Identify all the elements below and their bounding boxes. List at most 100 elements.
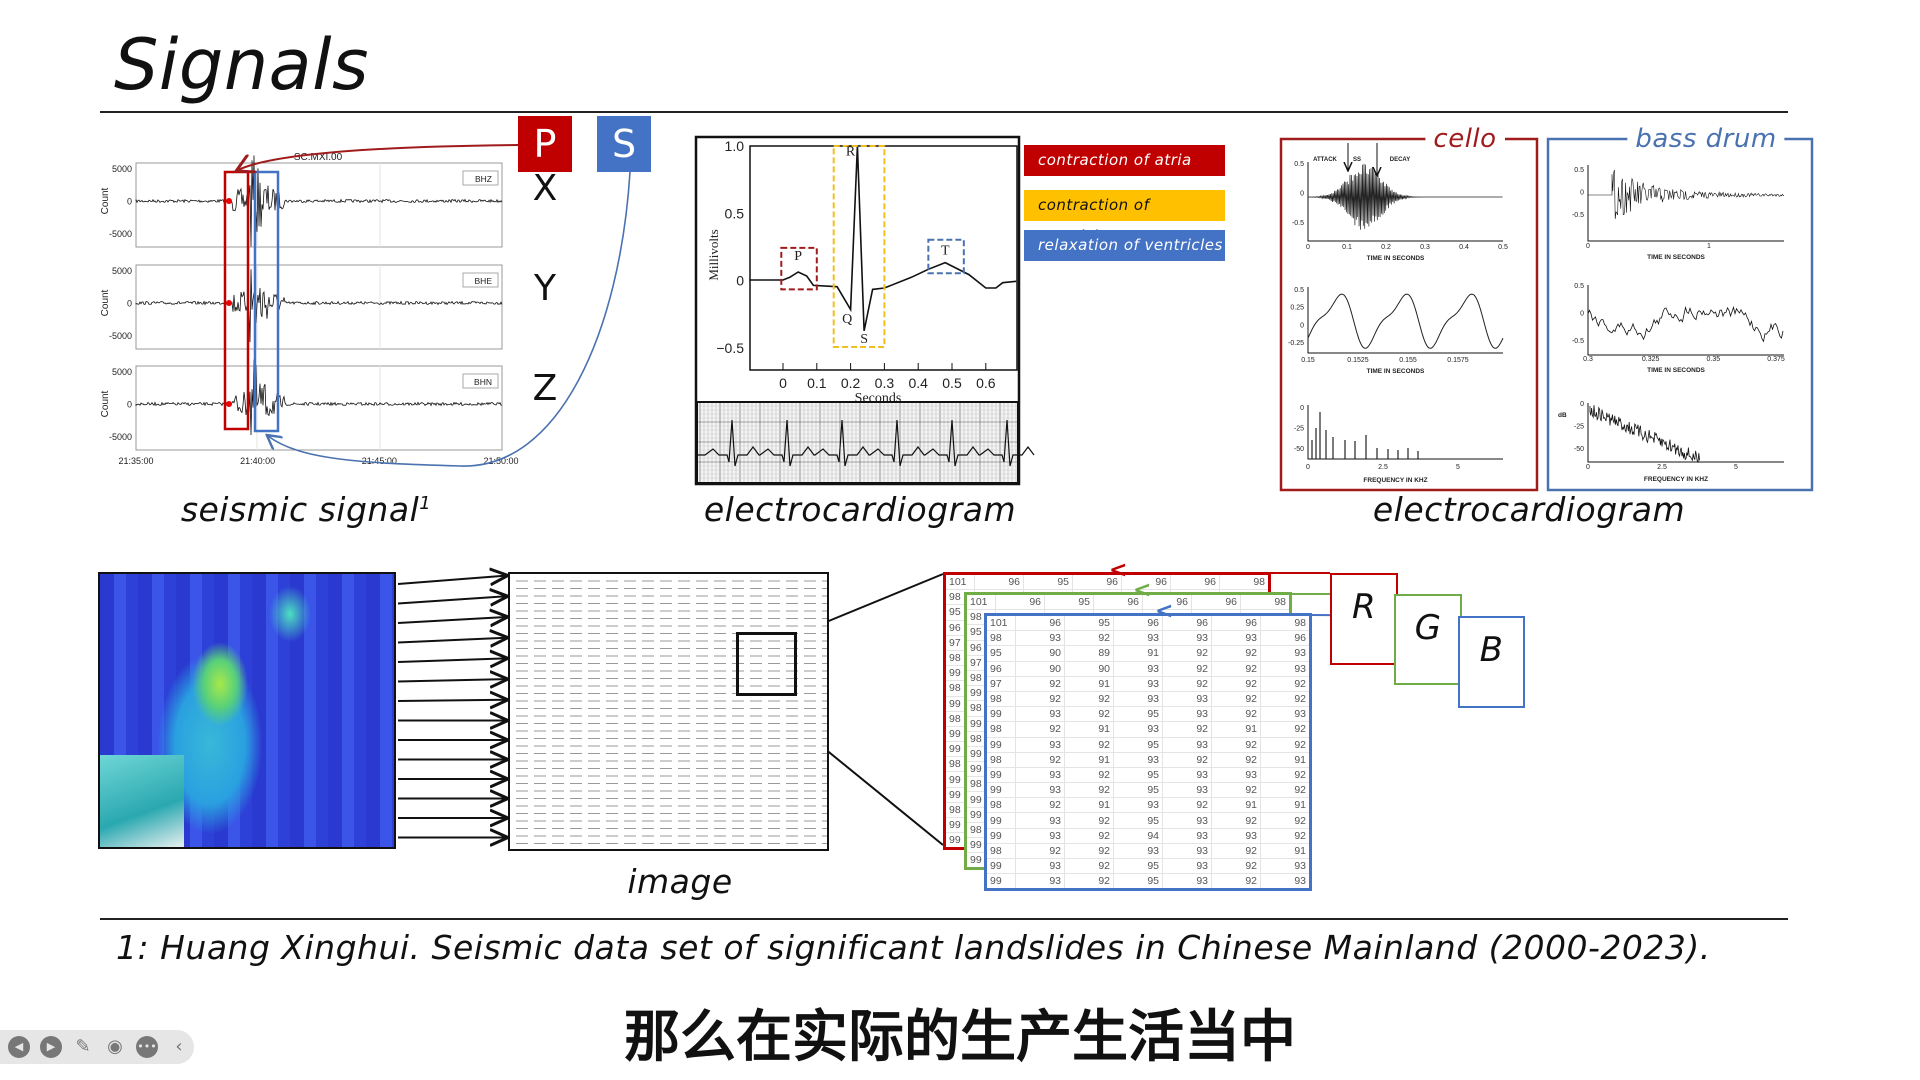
legend-ventricle-contraction: contraction of ventricles (1024, 190, 1225, 245)
y-tick-label: 0.5 (1574, 167, 1584, 174)
next-icon[interactable]: ▶ (40, 1036, 62, 1058)
pixel-value-cell: 93 (1113, 797, 1163, 814)
pixel-value-cell: 99 (985, 873, 1016, 891)
ecg-y-tick: 1.0 (725, 138, 745, 154)
pixel-value-cell: 92 (1211, 812, 1261, 829)
cello-title: cello (1425, 124, 1505, 154)
pixel-value-cell: 98 (1240, 592, 1291, 611)
table-row: 99939295939292 (985, 812, 1311, 829)
p-wave-label: P (533, 122, 557, 166)
ecg-y-tick: 0.5 (725, 205, 745, 221)
y-tick-label: 0 (127, 400, 132, 410)
table-row: 99939295939293 (985, 857, 1311, 875)
pixel-value-cell: 93 (1260, 645, 1311, 662)
seismic-panel (135, 264, 503, 350)
pixel-value-cell: 92 (1015, 675, 1065, 692)
pixel-value-cell: 93 (1260, 857, 1311, 875)
pixel-value-cell: 92 (1015, 690, 1065, 708)
pixel-value-cell: 98 (985, 751, 1016, 768)
y-tick-label: 5000 (112, 164, 132, 174)
pen-icon[interactable]: ✎ (72, 1036, 94, 1058)
pixel-value-cell: 93 (1260, 706, 1311, 723)
pixel-value-cell: 99 (985, 706, 1016, 723)
ecg-y-tick: 0 (736, 273, 744, 289)
pixel-value-cell: 93 (1113, 842, 1163, 860)
pixel-value-cell: 93 (1162, 630, 1212, 647)
table-row: 95908991929293 (985, 645, 1311, 662)
pixel-value-cell: 98 (985, 630, 1016, 647)
pixel-value-cell: 95 (1044, 592, 1094, 611)
collapse-icon[interactable]: ‹ (168, 1036, 190, 1058)
pixel-value-cell: 92 (1064, 827, 1114, 844)
x-tick-label: 0.5 (1498, 244, 1508, 251)
legend-atria: contraction of atria (1024, 145, 1225, 176)
pixel-value-cell: 92 (1064, 706, 1114, 723)
x-tick-label: 21:50:00 (483, 456, 518, 466)
pixel-value-cell: 92 (1211, 675, 1261, 692)
pixel-value-cell: 93 (1260, 660, 1311, 677)
pixel-value-cell: 92 (1211, 660, 1261, 677)
more-icon[interactable]: ••• (136, 1036, 158, 1058)
anime-original-thumbnail (100, 755, 184, 847)
pixel-value-cell: 91 (1064, 721, 1114, 738)
footnote: 1: Huang Xinghui. Seismic data set of si… (116, 928, 1711, 967)
x-tick-label: 21:40:00 (240, 456, 275, 466)
p-arrival-marker (226, 300, 232, 306)
y-tick-label: 5000 (112, 367, 132, 377)
row-flatten-arrow (397, 576, 506, 584)
row-flatten-arrow (397, 700, 506, 701)
table-row: 99939295939293 (985, 873, 1311, 891)
y-tick-label: -0.5 (1292, 220, 1304, 227)
pixel-value-cell: 98 (985, 721, 1016, 738)
table-row: 99939294939392 (985, 827, 1311, 844)
row-flatten-arrow (397, 596, 506, 603)
x-tick-label: 0.155 (1399, 357, 1417, 364)
table-row: 99939295939292 (985, 782, 1311, 799)
y-tick-label: -0.5 (1572, 338, 1584, 345)
pixel-value-cell: 92 (1260, 766, 1311, 784)
table-row: 97929193929292 (985, 675, 1311, 692)
ecg-caption: electrocardiogram (703, 490, 1017, 529)
table-row: 98939293939396 (985, 630, 1311, 647)
pixel-value-cell: 95 (1113, 766, 1163, 784)
seismic-caption: seismic signal1 (181, 490, 431, 529)
y-tick-label: -5000 (109, 331, 132, 341)
y-tick-label: 0 (127, 299, 132, 309)
row-flatten-arrow (397, 638, 506, 643)
pixel-value-cell: 101 (985, 613, 1016, 632)
y-tick-label: -5000 (109, 229, 132, 239)
pixel-value-cell: 92 (1162, 645, 1212, 662)
pixel-value-cell: 95 (1113, 782, 1163, 799)
phase-label: SS (1353, 157, 1361, 163)
pixel-value-cell: 92 (1211, 782, 1261, 799)
pixel-value-cell: 96 (974, 572, 1024, 591)
y-tick-label: 0 (1300, 322, 1304, 329)
table-row: 101 96 95 96 96 96 98 (965, 592, 1291, 611)
pixel-value-cell: 92 (1260, 782, 1311, 799)
channel-legend-label: BHN (474, 377, 492, 387)
pixel-value-cell: 93 (1113, 690, 1163, 708)
pixel-value-cell: 93 (1015, 766, 1065, 784)
x-tick-label: 0.35 (1707, 356, 1721, 363)
table-row: 99939295939293 (985, 706, 1311, 723)
ecg-x-tick: 0.2 (841, 375, 861, 391)
pixel-value-cell: 92 (1211, 690, 1261, 708)
plot-axes (1587, 165, 1784, 242)
previous-icon[interactable]: ◀ (8, 1036, 30, 1058)
pixel-value-cell: 93 (1113, 751, 1163, 768)
pixel-value-cell: 92 (1162, 675, 1212, 692)
x-tick-label: 0.15 (1301, 357, 1315, 364)
axis-y-label: Y (534, 268, 556, 309)
p-peak-label: P (794, 249, 802, 264)
anime-image-heatmap (98, 572, 396, 849)
pixel-value-cell: 92 (1162, 797, 1212, 814)
pixel-value-cell: 93 (1162, 706, 1212, 723)
y-tick-label: -5000 (109, 432, 132, 442)
pixel-value-cell: 93 (1162, 827, 1212, 844)
pixel-value-cell: 98 (985, 842, 1016, 860)
focus-icon[interactable]: ◉ (104, 1036, 126, 1058)
pixel-value-cell: 93 (1015, 736, 1065, 753)
pixel-value-cell: 99 (985, 827, 1016, 844)
table-row: 98929293939291 (985, 842, 1311, 860)
x-tick-label: 0.3 (1420, 244, 1430, 251)
